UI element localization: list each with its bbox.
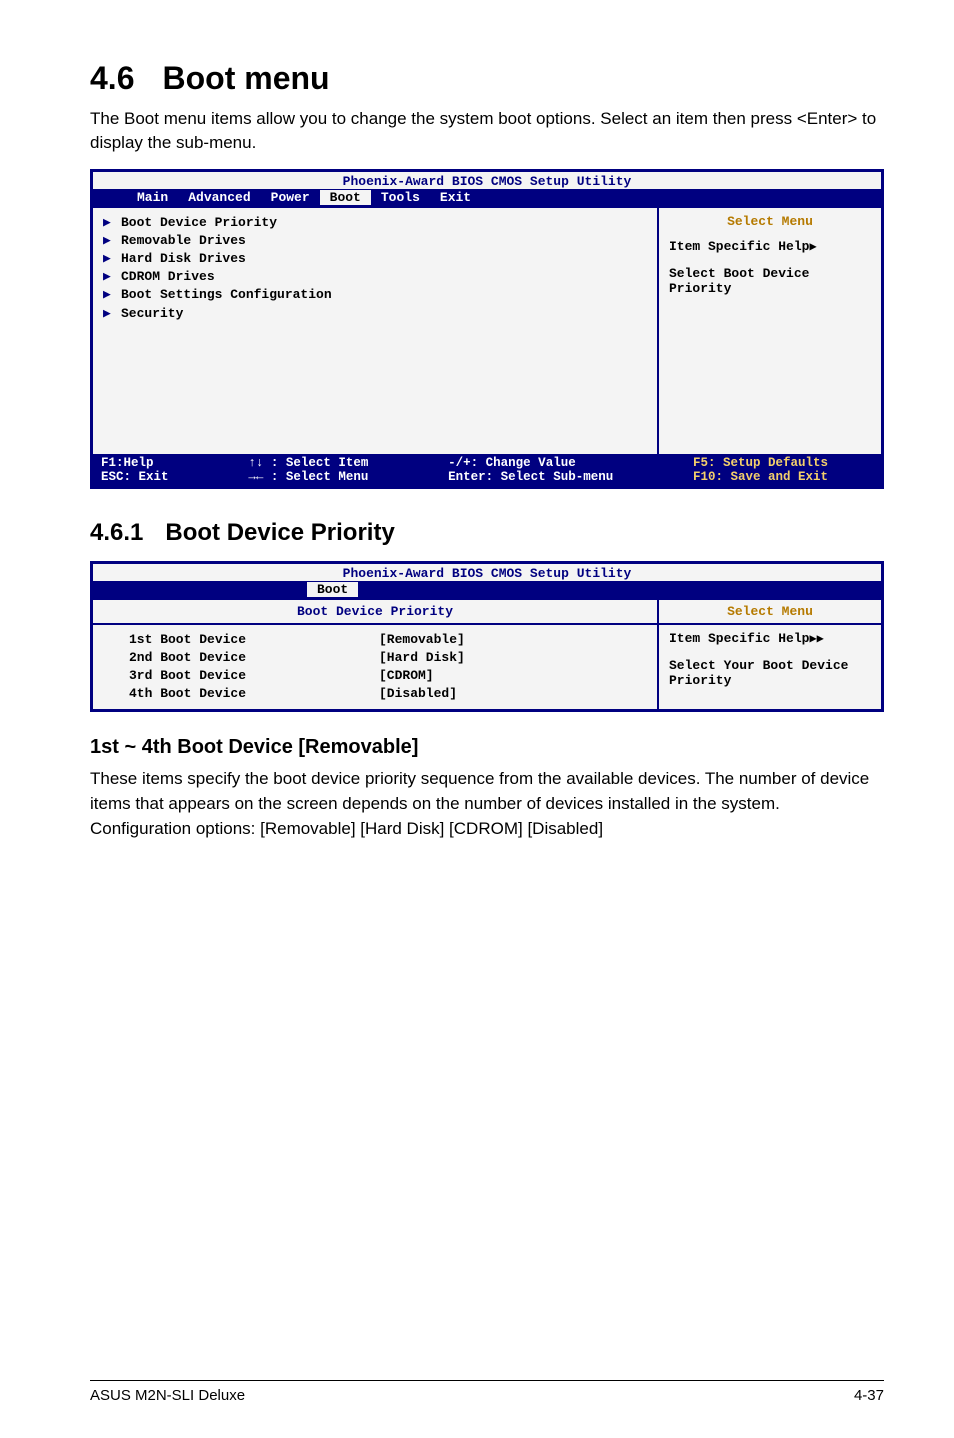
subsection-title: Boot Device Priority xyxy=(165,519,394,546)
bios-tab-main: Main xyxy=(127,190,178,205)
fast-forward-icon: ▶▶ xyxy=(809,632,823,646)
submenu-arrow-icon: ▶ xyxy=(103,232,121,250)
boot-device-row: 4th Boot Device[Disabled] xyxy=(129,685,647,703)
menu-item: Removable Drives xyxy=(121,232,246,250)
footer-product: ASUS M2N-SLI Deluxe xyxy=(90,1387,245,1404)
bios-tab-boot: Boot xyxy=(307,582,358,597)
boot-device-row: 2nd Boot Device[Hard Disk] xyxy=(129,649,647,667)
help-panel-header: Select Menu xyxy=(669,604,871,619)
section-heading: 4.6 Boot menu xyxy=(90,60,884,97)
bios-utility-title: Phoenix-Award BIOS CMOS Setup Utility xyxy=(93,564,881,581)
bios-tab-boot: Boot xyxy=(320,190,371,205)
footer-col3: -/+: Change Value Enter: Select Sub-menu xyxy=(448,456,693,484)
submenu-arrow-icon: ▶ xyxy=(103,250,121,268)
bios-tab-tools: Tools xyxy=(371,190,430,205)
menu-item: Security xyxy=(121,305,183,323)
bios-screenshot-boot-priority: Phoenix-Award BIOS CMOS Setup Utility Bo… xyxy=(90,561,884,713)
boot-device-row: 3rd Boot Device[CDROM] xyxy=(129,667,647,685)
intro-paragraph: The Boot menu items allow you to change … xyxy=(90,107,884,155)
bios-tab-bar: Boot xyxy=(93,581,881,598)
bios-help-panel: Item Specific Help▶▶ Select Your Boot De… xyxy=(657,625,881,710)
bios-tab-advanced: Advanced xyxy=(178,190,260,205)
footer-col2: ↑↓ : Select Item →← : Select Menu xyxy=(248,456,448,484)
help-line-2: Select Your Boot Device Priority xyxy=(669,658,871,688)
option-description: These items specify the boot device prio… xyxy=(90,767,884,841)
subsection-heading: 4.6.1 Boot Device Priority xyxy=(90,519,884,547)
menu-item: CDROM Drives xyxy=(121,268,215,286)
submenu-arrow-icon: ▶ xyxy=(103,286,121,304)
page-footer: ASUS M2N-SLI Deluxe 4-37 xyxy=(90,1380,884,1404)
subsection-number: 4.6.1 xyxy=(90,519,143,546)
help-panel-header: Select Menu xyxy=(669,214,871,229)
bios-screenshot-boot-menu: Phoenix-Award BIOS CMOS Setup Utility Ma… xyxy=(90,169,884,489)
help-line-2: Select Boot Device Priority xyxy=(669,266,871,296)
bios-tab-bar: Main Advanced Power Boot Tools Exit xyxy=(93,189,881,206)
bios-tab-exit: Exit xyxy=(430,190,481,205)
submenu-arrow-icon: ▶ xyxy=(103,305,121,323)
bios-tab-power: Power xyxy=(261,190,320,205)
bios-footer-hints: F1:Help ESC: Exit ↑↓ : Select Item →← : … xyxy=(93,454,881,486)
bios-menu-list: ▶Boot Device Priority ▶Removable Drives … xyxy=(93,208,657,454)
menu-item: Hard Disk Drives xyxy=(121,250,246,268)
submenu-arrow-icon: ▶ xyxy=(103,214,121,232)
submenu-arrow-icon: ▶ xyxy=(103,268,121,286)
play-icon: ▶ xyxy=(809,240,816,254)
bios-pane-heading: Boot Device Priority xyxy=(93,600,657,623)
help-line-1: Item Specific Help xyxy=(669,239,809,254)
boot-device-row: 1st Boot Device[Removable] xyxy=(129,631,647,649)
option-heading: 1st ~ 4th Boot Device [Removable] xyxy=(90,736,884,759)
menu-item: Boot Device Priority xyxy=(121,214,277,232)
help-line-1: Item Specific Help xyxy=(669,631,809,646)
bios-help-panel: Select Menu Item Specific Help▶ Select B… xyxy=(657,208,881,454)
footer-page-number: 4-37 xyxy=(854,1387,884,1404)
section-title-text: Boot menu xyxy=(162,60,329,96)
footer-col4: F5: Setup Defaults F10: Save and Exit xyxy=(693,456,873,484)
bios-utility-title: Phoenix-Award BIOS CMOS Setup Utility xyxy=(93,172,881,189)
section-number: 4.6 xyxy=(90,60,134,97)
menu-item: Boot Settings Configuration xyxy=(121,286,332,304)
footer-col1: F1:Help ESC: Exit xyxy=(101,456,248,484)
